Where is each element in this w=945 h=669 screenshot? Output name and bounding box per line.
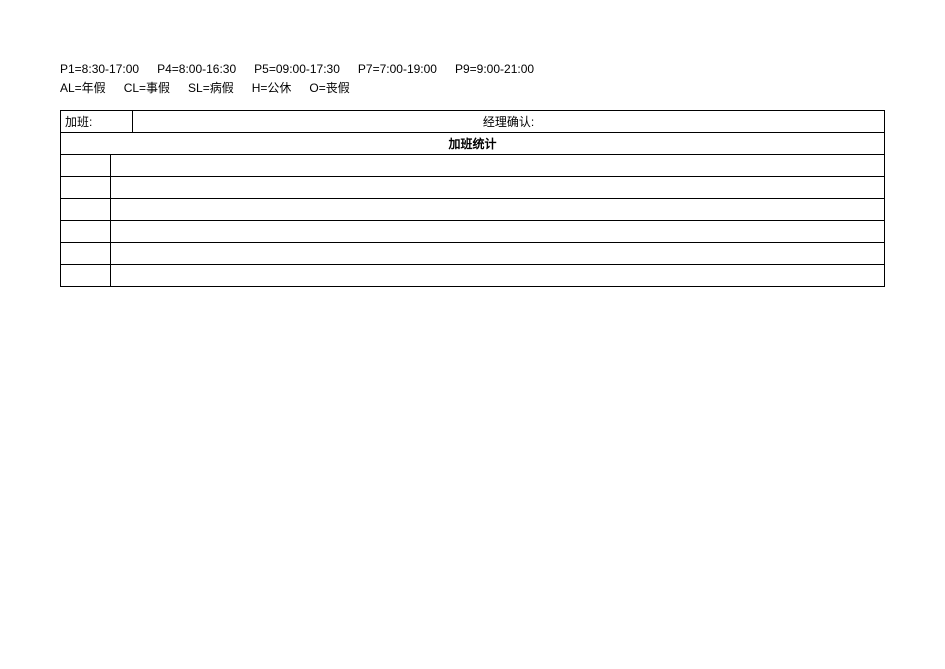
table-row (61, 243, 885, 265)
section-title-cell: 加班统计 (61, 133, 885, 155)
tables-wrap: 加班: 经理确认: 加班统计 (60, 110, 885, 287)
shift-code-p9: P9=9:00-21:00 (455, 60, 534, 79)
data-cell (61, 265, 111, 287)
leave-code-sl: SL=病假 (188, 79, 234, 98)
leave-code-o: O=丧假 (309, 79, 349, 98)
leave-code-h: H=公休 (252, 79, 292, 98)
data-cell (111, 155, 885, 177)
data-cell (111, 177, 885, 199)
data-cell (111, 265, 885, 287)
data-cell (111, 243, 885, 265)
data-cell (111, 221, 885, 243)
document-page: P1=8:30-17:00 P4=8:00-16:30 P5=09:00-17:… (0, 0, 945, 287)
legend-block: P1=8:30-17:00 P4=8:00-16:30 P5=09:00-17:… (60, 60, 885, 98)
manager-confirm-cell: 经理确认: (133, 111, 885, 133)
table-row (61, 155, 885, 177)
table-row (61, 177, 885, 199)
shift-code-p7: P7=7:00-19:00 (358, 60, 437, 79)
leave-code-al: AL=年假 (60, 79, 106, 98)
leave-code-cl: CL=事假 (124, 79, 170, 98)
data-cell (61, 155, 111, 177)
data-cell (61, 243, 111, 265)
shift-code-p4: P4=8:00-16:30 (157, 60, 236, 79)
shift-legend-row: P1=8:30-17:00 P4=8:00-16:30 P5=09:00-17:… (60, 60, 885, 79)
shift-code-p5: P5=09:00-17:30 (254, 60, 340, 79)
data-cell (61, 177, 111, 199)
overtime-label-cell: 加班: (61, 111, 133, 133)
data-cell (61, 221, 111, 243)
data-cell (111, 199, 885, 221)
data-cell (61, 199, 111, 221)
table-row (61, 221, 885, 243)
leave-legend-row: AL=年假 CL=事假 SL=病假 H=公休 O=丧假 (60, 79, 885, 98)
header-table: 加班: 经理确认: 加班统计 (60, 110, 885, 155)
table-row (61, 199, 885, 221)
shift-code-p1: P1=8:30-17:00 (60, 60, 139, 79)
overtime-confirm-row: 加班: 经理确认: (61, 111, 885, 133)
section-title-row: 加班统计 (61, 133, 885, 155)
overtime-data-table (60, 154, 885, 287)
table-row (61, 265, 885, 287)
